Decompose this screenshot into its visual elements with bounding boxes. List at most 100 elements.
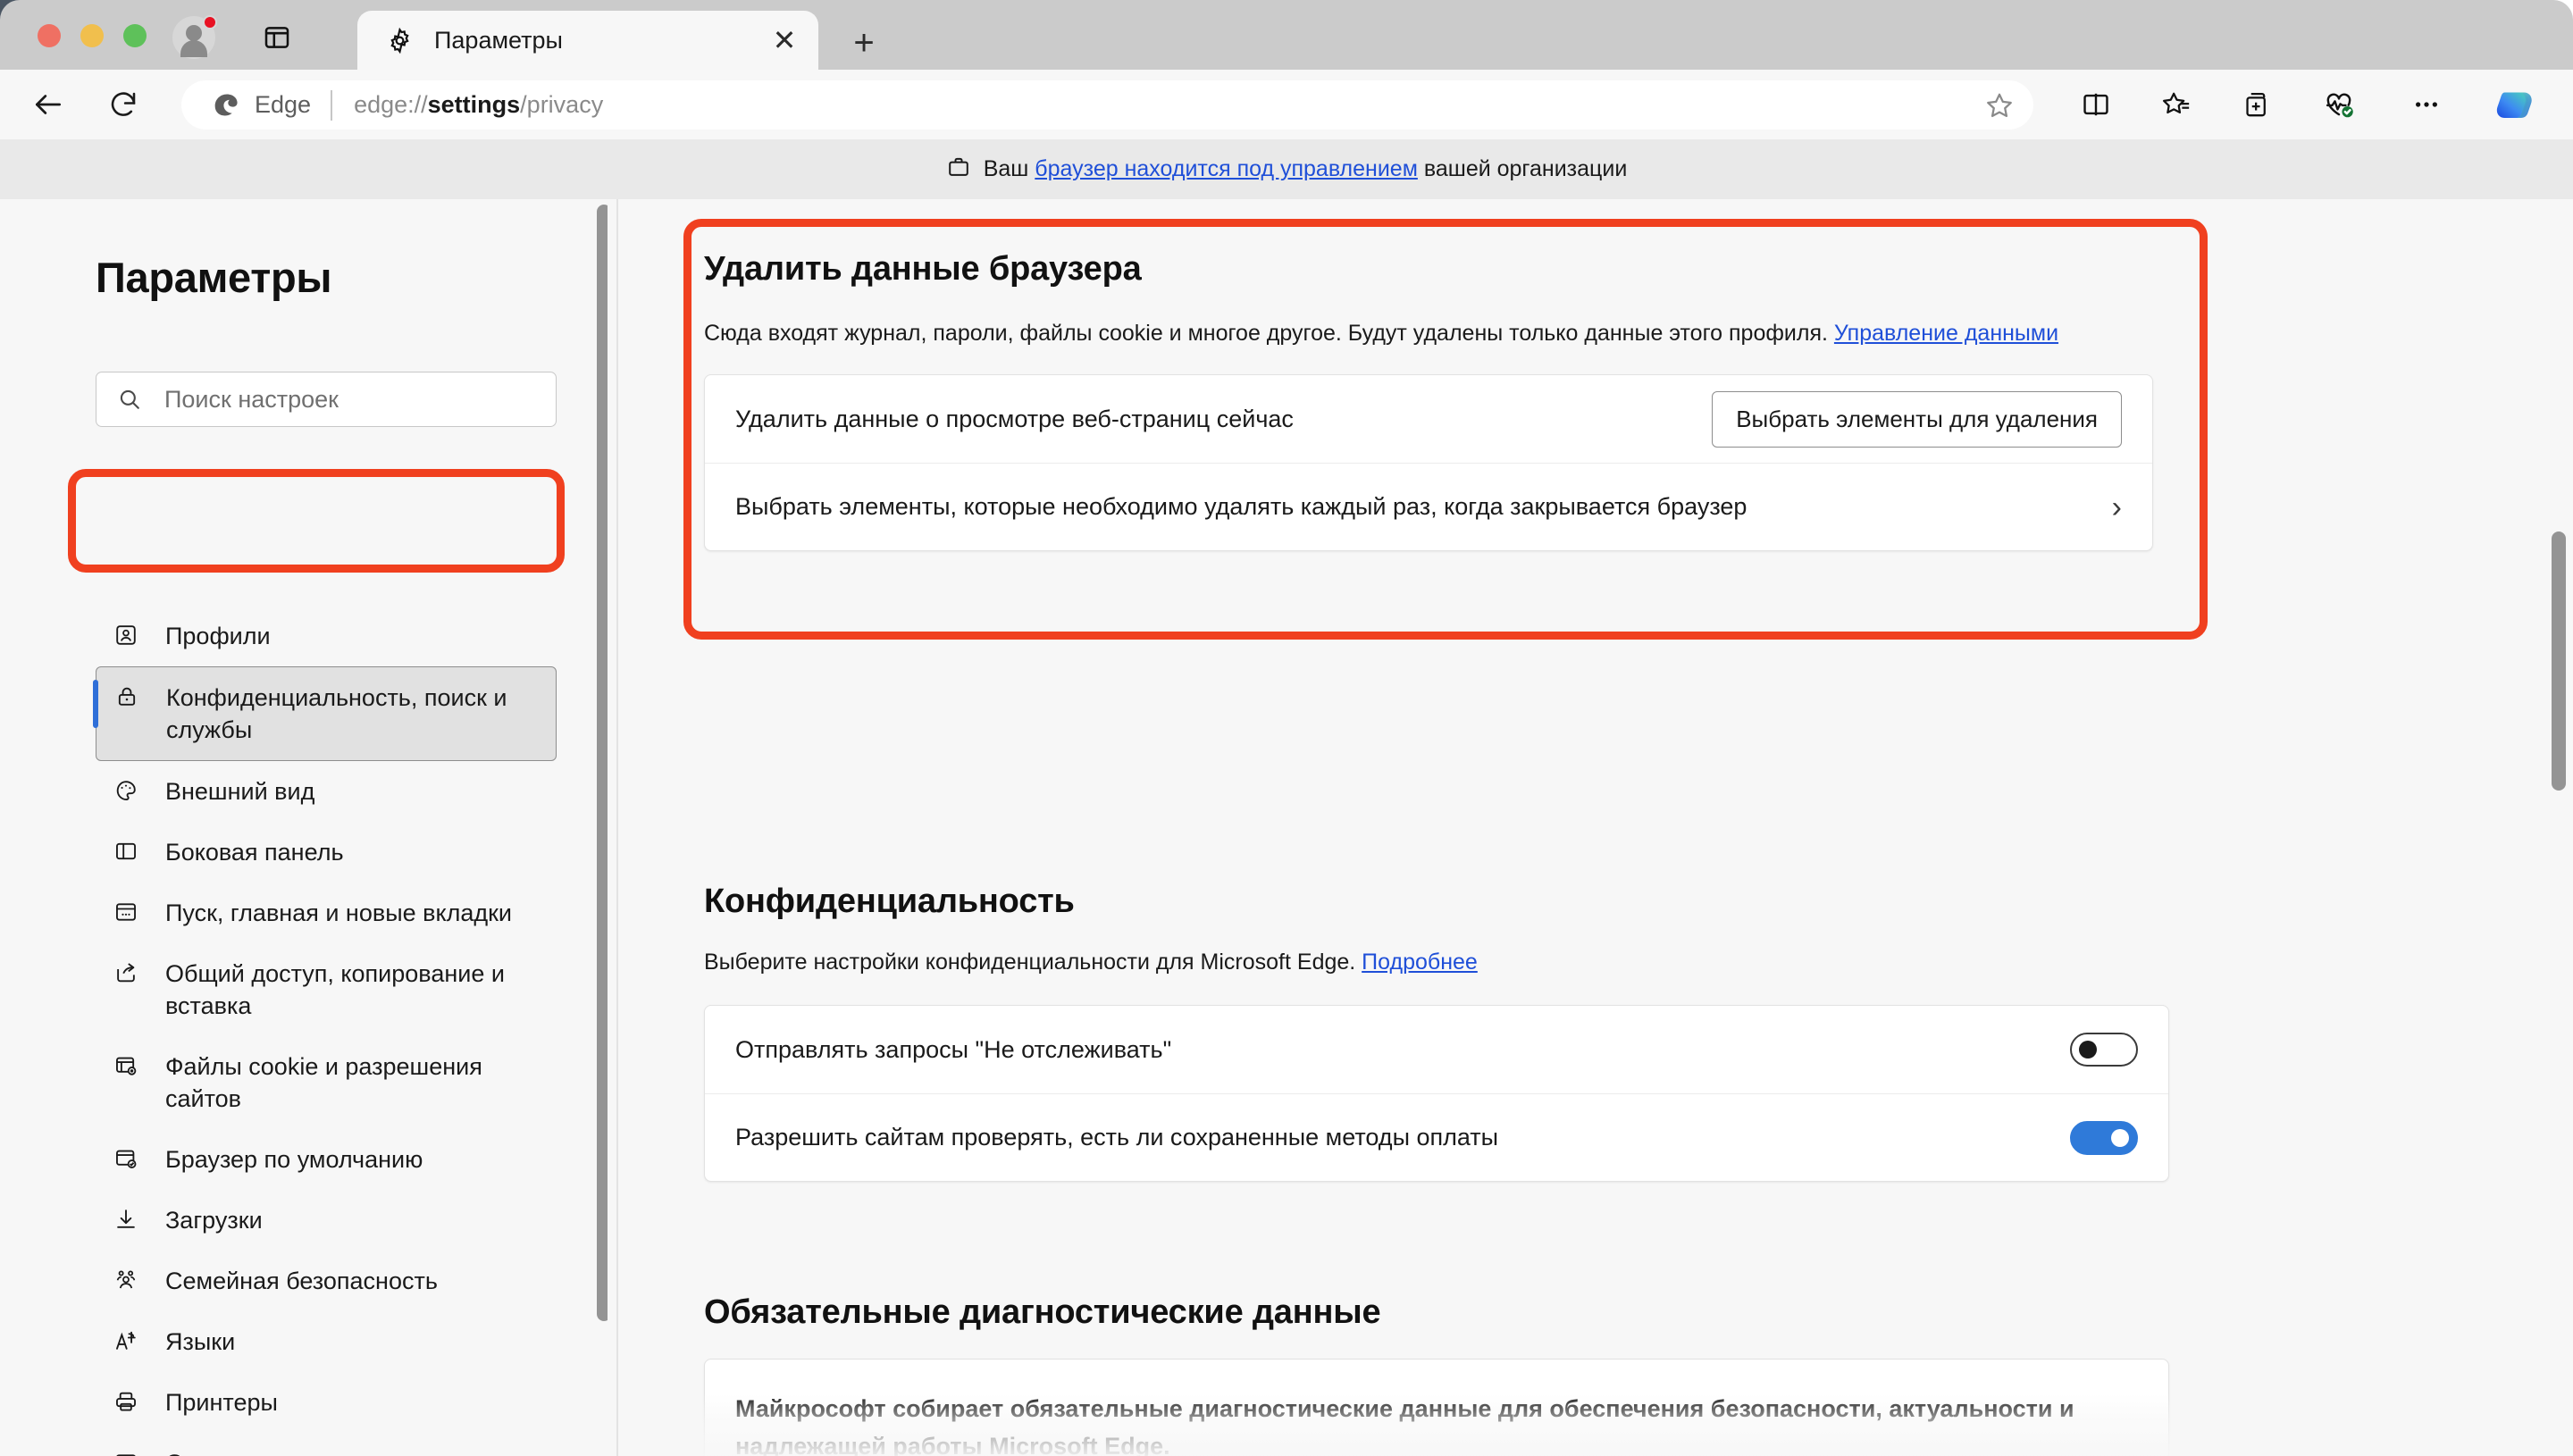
omnibox-brand-label: Edge [255, 91, 312, 118]
system-performance-icon [108, 1447, 144, 1456]
do-not-track-toggle[interactable] [2070, 1033, 2138, 1067]
edge-logo-icon [212, 90, 242, 121]
privacy-card: Отправлять запросы "Не отслеживать" Разр… [704, 1005, 2169, 1182]
search-placeholder: Поиск настроек [164, 385, 339, 413]
avatar-icon [186, 25, 202, 41]
title-bar: Параметры ✕ + [0, 0, 2573, 70]
close-window-button[interactable] [38, 24, 61, 47]
lock-icon [109, 682, 145, 712]
address-bar[interactable]: Edge edge://settings/privacy [181, 80, 2033, 130]
sidebar-item-languages[interactable]: Языки [96, 1311, 557, 1372]
page-scrollbar[interactable] [2552, 531, 2566, 791]
settings-sidebar: Параметры Поиск настроек Профили Конфиде… [0, 199, 608, 1456]
cookies-icon [108, 1050, 144, 1081]
sidebar-item-label: Общий доступ, копирование и вставка [165, 960, 505, 1019]
sidebar-item-label: Конфиденциальность, поиск и службы [166, 684, 507, 743]
sidebar-scrollbar[interactable] [597, 205, 608, 1321]
choose-what-to-clear-button[interactable]: Выбрать элементы для удаления [1712, 390, 2122, 448]
notification-badge [203, 15, 217, 29]
table-row[interactable]: Выбрать элементы, которые необходимо уда… [705, 463, 2152, 550]
sidebar-nav-list: Профили Конфиденциальность, поиск и служ… [0, 606, 608, 1456]
default-browser-icon [108, 1143, 144, 1174]
table-row: Удалить данные о просмотре веб-страниц с… [705, 375, 2152, 463]
reload-icon[interactable] [96, 78, 150, 131]
managed-browser-banner: Ваш браузер находится под управлением ва… [0, 139, 2573, 199]
sidebar-item-family-safety[interactable]: Семейная безопасность [96, 1251, 557, 1311]
omnibox-url: edge://settings/privacy [354, 91, 604, 118]
sidebar-item-start-home-newtabs[interactable]: Пуск, главная и новые вкладки [96, 883, 557, 943]
search-icon [116, 386, 143, 413]
share-icon [108, 958, 144, 988]
back-arrow-icon[interactable] [21, 78, 75, 131]
omnibox-divider [331, 89, 333, 121]
clear-browsing-data-description: Сюда входят журнал, пароли, файлы cookie… [704, 321, 2059, 346]
sidebar-item-sidebar[interactable]: Боковая панель [96, 822, 557, 883]
settings-main-panel: Удалить данные браузера Сюда входят журн… [618, 199, 2573, 1456]
sidebar-item-label: Пуск, главная и новые вкладки [165, 900, 512, 926]
payment-methods-check-toggle[interactable] [2070, 1120, 2138, 1155]
sidebar-item-label: Внешний вид [165, 778, 315, 805]
sidebar-item-label: Браузер по умолчанию [165, 1146, 423, 1173]
sidebar-icon [108, 836, 144, 866]
sidebar-item-cookies-site-permissions[interactable]: Файлы cookie и разрешения сайтов [96, 1036, 557, 1129]
sidebar-item-printers[interactable]: Принтеры [96, 1372, 557, 1433]
profile-icon [108, 620, 144, 650]
profile-avatar-button[interactable] [172, 15, 217, 59]
split-screen-icon[interactable] [2073, 81, 2119, 128]
collections-icon[interactable] [2234, 81, 2280, 128]
sidebar-item-label: Семейная безопасность [165, 1268, 438, 1294]
sidebar-item-system-performance[interactable]: Система и производительность [96, 1433, 557, 1456]
search-settings-input[interactable]: Поиск настроек [96, 372, 557, 427]
clear-browsing-data-section: Удалить данные браузера Сюда входят журн… [704, 250, 2205, 551]
toggle-knob [2079, 1041, 2097, 1059]
sidebar-item-label: Языки [165, 1328, 236, 1355]
favorites-icon[interactable] [2153, 81, 2200, 128]
avatar-body [180, 40, 207, 57]
printer-icon [108, 1386, 144, 1417]
privacy-learn-more-link[interactable]: Подробнее [1362, 950, 1478, 975]
star-icon[interactable] [1978, 84, 2021, 127]
sidebar-item-appearance[interactable]: Внешний вид [96, 761, 557, 822]
sidebar-item-share-copy-paste[interactable]: Общий доступ, копирование и вставка [96, 943, 557, 1036]
content-fade [618, 1393, 2573, 1456]
browser-essentials-icon[interactable] [2316, 81, 2362, 128]
managed-banner-link[interactable]: браузер находится под управлением [1035, 156, 1418, 181]
table-row: Отправлять запросы "Не отслеживать" [705, 1006, 2168, 1093]
payment-methods-check-label: Разрешить сайтам проверять, есть ли сохр… [735, 1124, 1499, 1151]
sidebar-item-label: Принтеры [165, 1389, 278, 1416]
briefcase-icon [946, 155, 971, 184]
tab-list-icon[interactable] [259, 20, 295, 55]
privacy-section: Конфиденциальность Выберите настройки ко… [704, 883, 2205, 1182]
close-tab-button[interactable]: ✕ [765, 21, 804, 60]
start-home-tabs-icon [108, 897, 144, 927]
clear-on-close-label: Выбрать элементы, которые необходимо уда… [735, 493, 1747, 520]
sidebar-item-default-browser[interactable]: Браузер по умолчанию [96, 1129, 557, 1190]
languages-icon [108, 1326, 144, 1356]
download-icon [108, 1204, 144, 1234]
new-tab-button[interactable]: + [844, 23, 884, 63]
clear-browsing-data-card: Удалить данные о просмотре веб-страниц с… [704, 374, 2153, 551]
privacy-description: Выберите настройки конфиденциальности дл… [704, 950, 1478, 975]
gear-icon [384, 25, 415, 55]
copilot-icon[interactable] [2493, 81, 2539, 128]
maximize-window-button[interactable] [123, 24, 147, 47]
browser-tab[interactable]: Параметры ✕ [357, 11, 818, 70]
sidebar-item-label: Файлы cookie и разрешения сайтов [165, 1053, 482, 1112]
sidebar-item-label: Боковая панель [165, 839, 344, 866]
sidebar-item-profiles[interactable]: Профили [96, 606, 557, 666]
browser-window: Параметры ✕ + Edge edge://settings/priva [0, 0, 2573, 1456]
table-row: Разрешить сайтам проверять, есть ли сохр… [705, 1093, 2168, 1181]
minimize-window-button[interactable] [80, 24, 104, 47]
clear-now-label: Удалить данные о просмотре веб-страниц с… [735, 405, 1294, 432]
family-safety-icon [108, 1265, 144, 1295]
required-diagnostic-heading: Обязательные диагностические данные [704, 1293, 1381, 1331]
chevron-right-icon[interactable]: › [2112, 492, 2122, 523]
do-not-track-label: Отправлять запросы "Не отслеживать" [735, 1035, 1172, 1063]
sidebar-item-label: Профили [165, 623, 271, 649]
palette-icon [108, 775, 144, 806]
sidebar-item-privacy-search-services[interactable]: Конфиденциальность, поиск и службы [93, 666, 557, 761]
sidebar-item-downloads[interactable]: Загрузки [96, 1190, 557, 1251]
manage-data-link[interactable]: Управление данными [1834, 321, 2058, 346]
tab-title: Параметры [434, 26, 563, 54]
more-options-icon[interactable] [2403, 81, 2450, 128]
